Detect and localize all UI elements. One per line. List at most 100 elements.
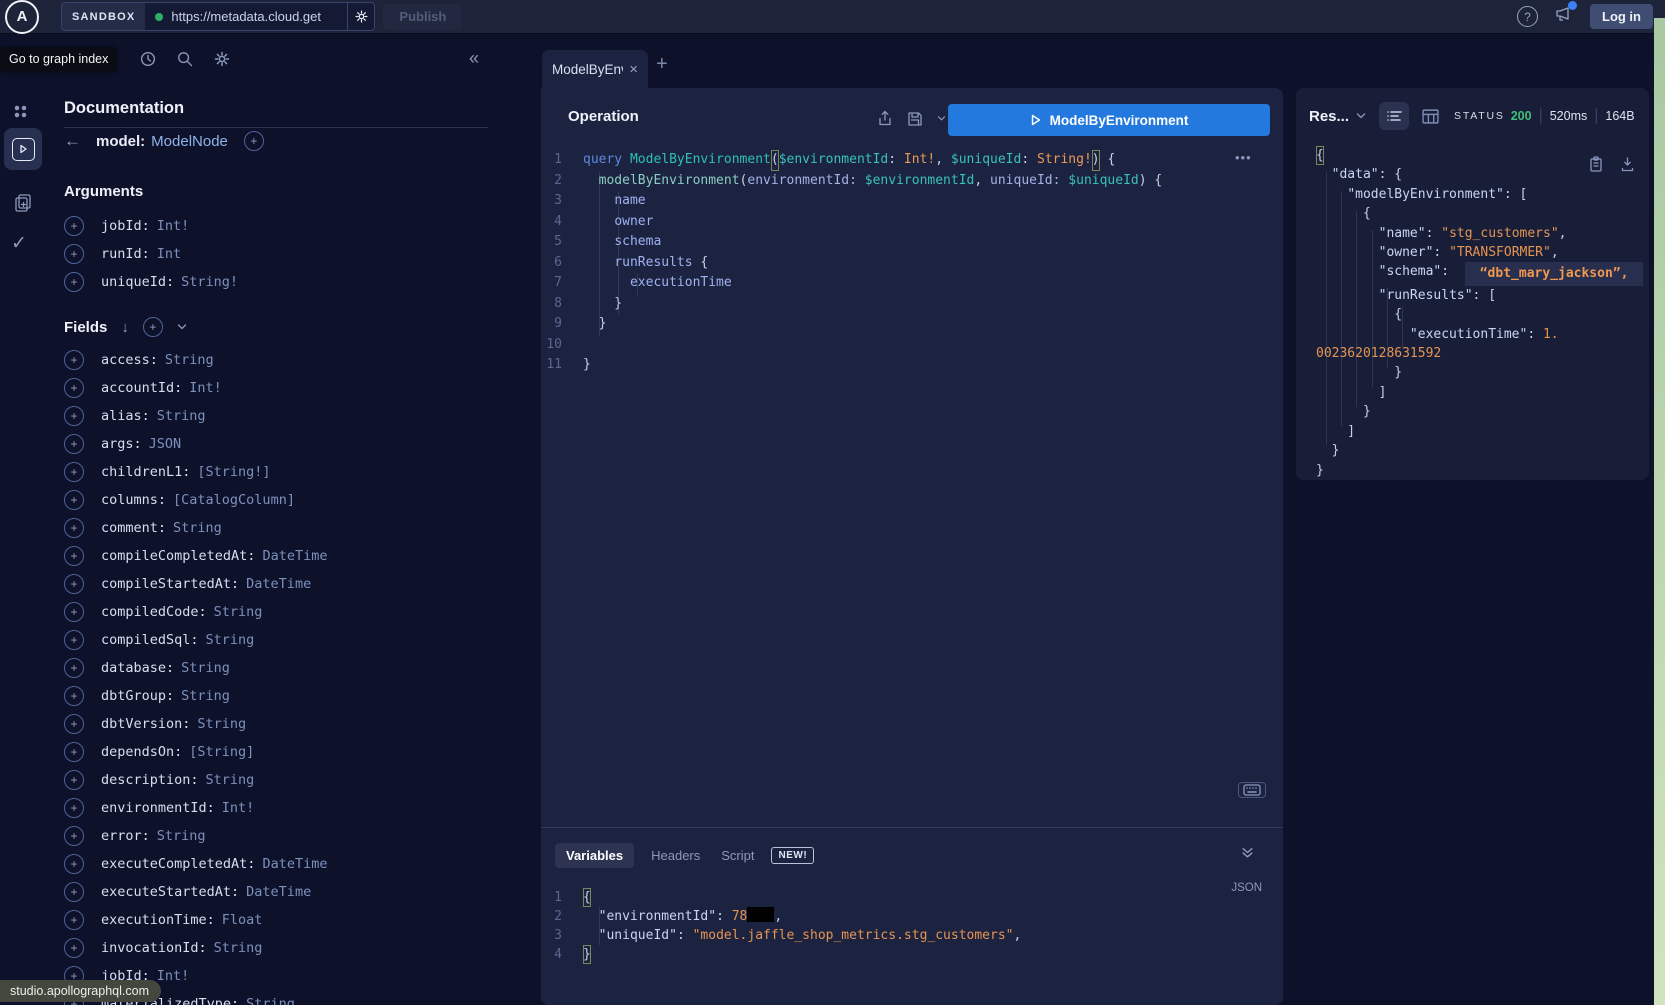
doc-field-row[interactable]: +compiledCode:String [64,598,327,626]
field-type[interactable]: String [157,408,206,424]
doc-field-row[interactable]: +dbtVersion:String [64,710,327,738]
field-type[interactable]: [CatalogColumn] [173,492,295,508]
add-field-icon[interactable]: + [64,518,84,538]
connection-settings-button[interactable] [347,3,374,30]
checklist-nav-item[interactable]: ✓ [11,232,27,255]
add-field-icon[interactable]: + [64,826,84,846]
doc-field-row[interactable]: +database:String [64,654,327,682]
back-arrow-icon[interactable]: ← [64,131,81,151]
field-type[interactable]: String [206,772,255,788]
add-field-icon[interactable]: + [64,798,84,818]
add-field-icon[interactable]: + [64,658,84,678]
field-type[interactable]: String [206,632,255,648]
field-type[interactable]: String! [181,274,238,290]
doc-field-row[interactable]: +columns:[CatalogColumn] [64,486,327,514]
tab-script[interactable]: Script [717,843,758,868]
explorer-nav-item[interactable] [4,128,42,170]
field-type[interactable]: DateTime [246,884,311,900]
add-all-fields-button[interactable]: + [143,317,163,337]
add-field-icon[interactable]: + [64,490,84,510]
graph-index-icon[interactable] [12,104,30,120]
add-field-icon[interactable]: + [64,686,84,706]
save-icon[interactable] [907,111,923,127]
doc-field-row[interactable]: +invocationId:String [64,934,327,962]
doc-field-row[interactable]: +accountId:Int! [64,374,327,402]
help-icon[interactable]: ? [1517,6,1538,27]
run-operation-button[interactable]: ModelByEnvironment [948,104,1270,136]
field-type[interactable]: Float [222,912,263,928]
field-type[interactable]: String [214,604,263,620]
doc-field-row[interactable]: +dependsOn:[String] [64,738,327,766]
history-icon[interactable] [139,50,157,68]
field-type[interactable]: DateTime [246,576,311,592]
doc-field-row[interactable]: +args:JSON [64,430,327,458]
schema-nav-item[interactable] [12,192,34,214]
chevron-down-icon[interactable] [177,323,187,331]
tab-headers[interactable]: Headers [647,843,704,868]
new-tab-button[interactable]: + [656,53,668,76]
doc-field-row[interactable]: +compiledSql:String [64,626,327,654]
variables-editor[interactable]: 1{2 "environmentId": 78,3 "uniqueId": "m… [541,888,1021,964]
add-field-icon[interactable]: + [64,216,84,236]
doc-field-row[interactable]: +uniqueId:String! [64,268,238,296]
add-field-icon[interactable]: + [64,434,84,454]
doc-field-row[interactable]: +executeCompletedAt:DateTime [64,850,327,878]
add-field-icon[interactable]: + [64,406,84,426]
tab-modelbyenvironment[interactable]: ModelByEnvi... × [542,50,648,88]
close-tab-icon[interactable]: × [629,61,638,78]
add-field-icon[interactable]: + [64,630,84,650]
field-type[interactable]: [String!] [197,464,270,480]
response-dropdown-chevron-icon[interactable] [1356,112,1366,120]
field-type[interactable]: JSON [149,436,182,452]
doc-field-row[interactable]: +childrenL1:[String!] [64,458,327,486]
add-field-icon[interactable]: + [64,350,84,370]
add-field-icon[interactable]: + [64,770,84,790]
doc-field-row[interactable]: +access:String [64,346,327,374]
add-field-icon[interactable]: + [64,714,84,734]
collapse-panel-icon[interactable]: « [469,48,479,69]
keyboard-shortcuts-button[interactable] [1238,782,1266,798]
add-field-icon[interactable]: + [64,602,84,622]
doc-field-row[interactable]: +compileStartedAt:DateTime [64,570,327,598]
doc-field-row[interactable]: +executionTime:Float [64,906,327,934]
field-type[interactable]: DateTime [262,856,327,872]
add-field-icon[interactable]: + [64,938,84,958]
publish-button[interactable]: Publish [383,4,462,30]
add-field-icon[interactable]: + [64,378,84,398]
share-icon[interactable] [877,110,893,127]
table-view-button[interactable] [1422,109,1439,124]
endpoint-url-field[interactable]: https://metadata.cloud.get [145,3,347,30]
doc-field-row[interactable]: +compileCompletedAt:DateTime [64,542,327,570]
field-type[interactable]: DateTime [262,548,327,564]
field-type[interactable]: Int! [157,218,190,234]
doc-field-row[interactable]: +alias:String [64,402,327,430]
doc-field-row[interactable]: +environmentId:Int! [64,794,327,822]
field-type[interactable]: String [197,716,246,732]
field-type[interactable]: Int! [222,800,255,816]
field-type[interactable]: [String] [189,744,254,760]
add-model-button[interactable]: + [244,131,264,151]
apollo-logo-icon[interactable]: A [5,0,39,34]
field-type[interactable]: String [173,520,222,536]
add-field-icon[interactable]: + [64,742,84,762]
tab-variables[interactable]: Variables [555,843,634,868]
editor-menu-button[interactable]: ••• [1235,150,1252,165]
field-type[interactable]: String [181,660,230,676]
doc-field-row[interactable]: +comment:String [64,514,327,542]
add-field-icon[interactable]: + [64,854,84,874]
add-field-icon[interactable]: + [64,272,84,292]
doc-field-row[interactable]: +dbtGroup:String [64,682,327,710]
announcements-button[interactable] [1554,5,1574,28]
doc-field-row[interactable]: +error:String [64,822,327,850]
add-field-icon[interactable]: + [64,244,84,264]
field-type[interactable]: Int! [189,380,222,396]
model-type-link[interactable]: ModelNode [151,133,228,150]
add-field-icon[interactable]: + [64,546,84,566]
search-icon[interactable] [176,50,194,68]
field-type[interactable]: String [157,828,206,844]
response-viewer[interactable]: { "data": { "modelByEnvironment": [ { "n… [1316,146,1643,480]
add-field-icon[interactable]: + [64,462,84,482]
login-button[interactable]: Log in [1590,4,1653,29]
add-field-icon[interactable]: + [64,910,84,930]
field-type[interactable]: String [181,688,230,704]
